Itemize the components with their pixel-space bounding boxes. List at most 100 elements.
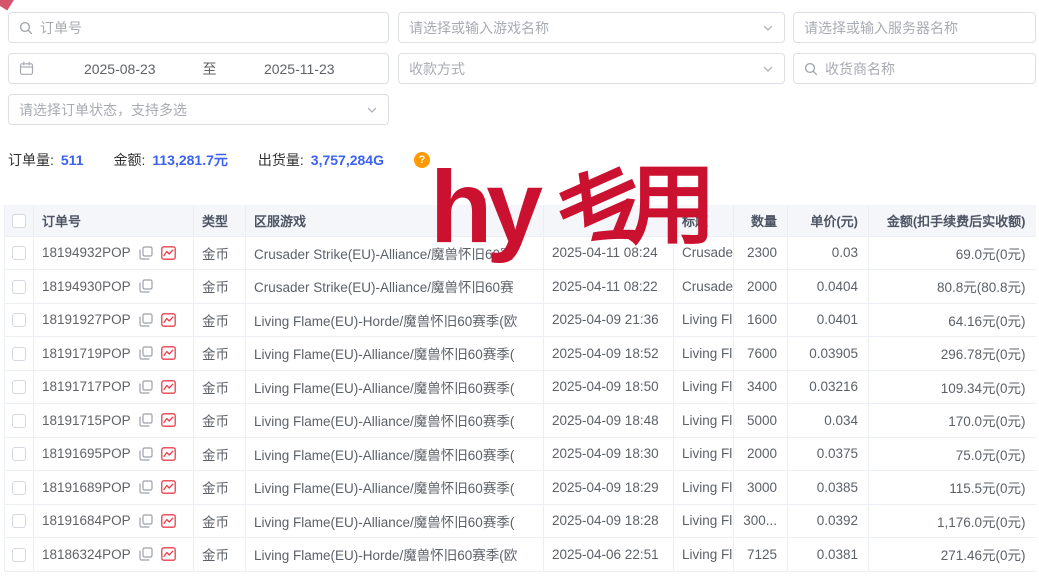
chevron-down-icon[interactable] <box>762 63 774 75</box>
receipt-image-icon[interactable] <box>161 380 176 394</box>
order-number: 18191695POP <box>42 446 131 461</box>
order-type: 金币 <box>202 381 229 396</box>
unit-price-cell: 0.034 <box>788 404 869 438</box>
row-checkbox[interactable] <box>12 514 26 528</box>
order-time-cell: 2025-04-06 22:51 <box>544 538 674 572</box>
table-row: 18194930POP 金币 Crusader Strike(EU)-Allia… <box>5 270 1036 304</box>
copy-icon[interactable] <box>139 279 153 293</box>
quantity-cell: 3000 <box>734 471 788 505</box>
order-number: 18191684POP <box>42 513 131 528</box>
order-type: 金币 <box>202 481 229 496</box>
table-row: 18194932POP 金币 Crusader Strike(EU)-Allia… <box>5 236 1036 270</box>
game-name-select[interactable]: 请选择或输入游戏名称 <box>398 12 785 43</box>
receipt-image-icon[interactable] <box>161 447 176 461</box>
row-checkbox[interactable] <box>12 447 26 461</box>
help-question-icon[interactable]: ? <box>414 152 430 168</box>
order-count-value: 511 <box>61 152 84 168</box>
row-checkbox[interactable] <box>12 481 26 495</box>
title-cell: Living Fl <box>674 538 734 572</box>
row-checkbox[interactable] <box>12 414 26 428</box>
quantity-cell: 2000 <box>734 437 788 471</box>
copy-icon[interactable] <box>139 480 153 494</box>
chevron-down-icon[interactable] <box>366 104 378 116</box>
game-server-cell: Living Flame(EU)-Alliance/魔兽怀旧60赛季( <box>246 504 544 538</box>
row-checkbox[interactable] <box>12 380 26 394</box>
game-server-cell: Living Flame(EU)-Alliance/魔兽怀旧60赛季( <box>246 404 544 438</box>
copy-icon[interactable] <box>139 313 153 327</box>
amount-cell: 80.8元(80.8元) <box>869 270 1036 304</box>
select-all-checkbox[interactable] <box>12 214 26 228</box>
receipt-image-icon[interactable] <box>161 480 176 494</box>
date-end-value[interactable]: 2025-11-23 <box>221 61 379 77</box>
game-server-cell: Crusader Strike(EU)-Alliance/魔兽怀旧60赛 <box>246 270 544 304</box>
date-range-separator: 至 <box>199 59 221 79</box>
row-checkbox[interactable] <box>12 280 26 294</box>
row-checkbox[interactable] <box>12 313 26 327</box>
date-range-picker[interactable]: 2025-08-23 至 2025-11-23 <box>8 53 389 84</box>
order-status-select[interactable]: 请选择订单状态，支持多选 <box>8 94 389 125</box>
copy-icon[interactable] <box>139 514 153 528</box>
copy-icon[interactable] <box>139 380 153 394</box>
row-checkbox[interactable] <box>12 347 26 361</box>
unit-price-cell: 0.0404 <box>788 270 869 304</box>
quantity-cell: 2000 <box>734 270 788 304</box>
amount-cell: 75.0元(0元) <box>869 437 1036 471</box>
quantity-cell: 7600 <box>734 337 788 371</box>
title-cell: Living Fl <box>674 303 734 337</box>
unit-price-cell: 0.0385 <box>788 471 869 505</box>
order-type: 金币 <box>202 448 229 463</box>
row-checkbox[interactable] <box>12 246 26 260</box>
table-row: 18186324POP 金币 Living Flame(EU)-Horde/魔兽… <box>5 538 1036 572</box>
title-cell: Crusade <box>674 270 734 304</box>
order-management-page: 订单号 请选择或输入游戏名称 请选择或输入服务器名称 2025-08-23 至 … <box>0 0 1039 581</box>
table-row: 18191689POP 金币 Living Flame(EU)-Alliance… <box>5 471 1036 505</box>
chevron-down-icon[interactable] <box>762 22 774 34</box>
table-row: 18191715POP 金币 Living Flame(EU)-Alliance… <box>5 404 1036 438</box>
order-type: 金币 <box>202 314 229 329</box>
receipt-image-icon[interactable] <box>161 413 176 427</box>
title-cell: Crusade <box>674 236 734 270</box>
order-status-placeholder: 请选择订单状态，支持多选 <box>19 100 187 120</box>
order-type: 金币 <box>202 280 229 295</box>
order-time-cell: 2025-04-09 18:29 <box>544 471 674 505</box>
game-server-cell: Living Flame(EU)-Alliance/魔兽怀旧60赛季( <box>246 471 544 505</box>
copy-icon[interactable] <box>139 246 153 260</box>
receipt-image-icon[interactable] <box>161 346 176 360</box>
watermark-fragment <box>0 0 14 11</box>
title-cell: Living Fl <box>674 404 734 438</box>
payment-method-select[interactable]: 收款方式 <box>398 53 785 84</box>
column-quantity: 数量 <box>734 205 788 236</box>
quantity-cell: 1600 <box>734 303 788 337</box>
order-number-input[interactable]: 订单号 <box>8 12 389 43</box>
game-server-cell: Living Flame(EU)-Horde/魔兽怀旧60赛季(欧 <box>246 538 544 572</box>
receipt-image-icon[interactable] <box>161 547 176 561</box>
order-type: 金币 <box>202 548 229 563</box>
receipt-image-icon[interactable] <box>161 313 176 327</box>
orders-table: 订单号 类型 区服游戏 标题 数量 单价(元) 金额(扣手续费后实收额) 181… <box>4 205 1039 572</box>
order-type: 金币 <box>202 414 229 429</box>
row-checkbox[interactable] <box>12 548 26 562</box>
unit-price-cell: 0.0375 <box>788 437 869 471</box>
calendar-icon <box>19 61 34 76</box>
order-count-label: 订单量: <box>8 150 54 170</box>
date-start-value[interactable]: 2025-08-23 <box>41 61 199 77</box>
receipt-image-icon[interactable] <box>161 246 176 260</box>
merchant-name-input[interactable]: 收货商名称 <box>793 53 1036 84</box>
order-time-cell: 2025-04-11 08:22 <box>544 270 674 304</box>
receipt-image-icon[interactable] <box>161 514 176 528</box>
amount-cell: 69.0元(0元) <box>869 236 1036 270</box>
title-cell: Living Fl <box>674 504 734 538</box>
column-amount: 金额(扣手续费后实收额) <box>869 205 1036 236</box>
shipment-label: 出货量: <box>258 150 304 170</box>
copy-icon[interactable] <box>139 547 153 561</box>
game-name-placeholder: 请选择或输入游戏名称 <box>409 18 549 38</box>
copy-icon[interactable] <box>139 447 153 461</box>
order-time-cell: 2025-04-11 08:24 <box>544 236 674 270</box>
copy-icon[interactable] <box>139 346 153 360</box>
search-icon <box>804 62 818 76</box>
order-type: 金币 <box>202 347 229 362</box>
table-row: 18191927POP 金币 Living Flame(EU)-Horde/魔兽… <box>5 303 1036 337</box>
title-cell: Living Fl <box>674 437 734 471</box>
copy-icon[interactable] <box>139 413 153 427</box>
server-name-select[interactable]: 请选择或输入服务器名称 <box>793 12 1036 43</box>
